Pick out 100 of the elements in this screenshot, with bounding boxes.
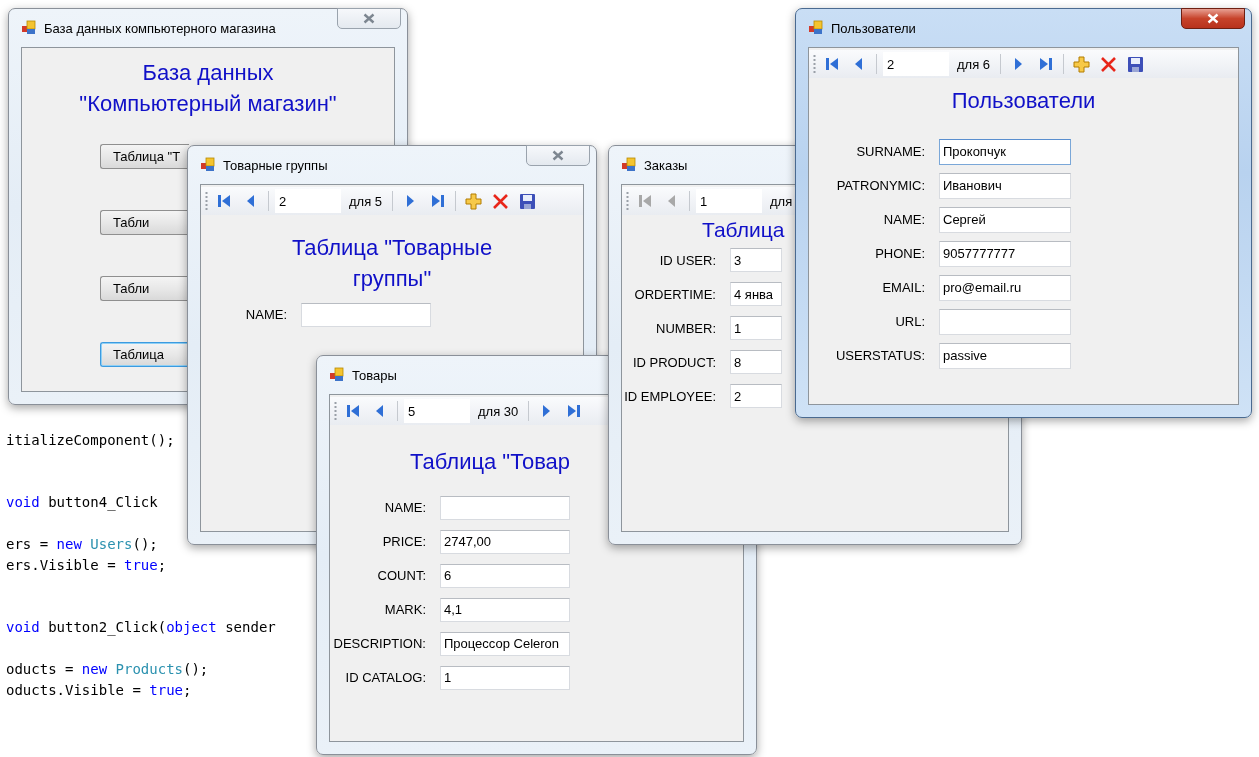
text-field[interactable]: 1 xyxy=(730,316,782,341)
grip-icon xyxy=(334,402,337,420)
code-line: void button4_Click xyxy=(6,494,158,511)
form-heading: Таблица xyxy=(702,217,785,243)
table-button[interactable]: Табли xyxy=(100,275,189,301)
text-field[interactable]: Процессор Celeron xyxy=(440,631,570,656)
window-title: Пользователи xyxy=(831,20,916,36)
text-field[interactable]: 2 xyxy=(730,384,782,409)
field-label: PRICE: xyxy=(381,534,426,550)
last-record-icon xyxy=(430,193,445,209)
app-icon xyxy=(621,157,637,173)
plus-icon xyxy=(465,192,483,210)
plus-icon xyxy=(1073,55,1091,73)
first-record-icon xyxy=(345,403,360,419)
position-field[interactable]: 5 xyxy=(404,399,470,423)
previous-icon xyxy=(375,403,384,419)
table-button[interactable]: Таблица "Т xyxy=(100,143,189,169)
code-line: ers.Visible = true; xyxy=(6,556,167,573)
record-count: для 5 xyxy=(348,193,384,209)
field-label: NAME: xyxy=(882,212,925,228)
first-record-icon xyxy=(824,56,839,72)
text-field[interactable]: Иванович xyxy=(939,172,1071,199)
previous-icon xyxy=(854,56,863,72)
table-button[interactable]: Табли xyxy=(100,209,189,235)
close-icon xyxy=(1207,13,1219,24)
app-icon xyxy=(200,157,216,173)
grip-icon xyxy=(626,192,629,210)
field-label: COUNT: xyxy=(376,568,426,584)
field-label: ID EMPLOYEE: xyxy=(623,388,716,404)
code-line: oducts.Visible = true; xyxy=(6,681,192,698)
grip-icon xyxy=(205,192,208,210)
record-count: для 30 xyxy=(477,403,520,419)
text-field[interactable]: Сергей xyxy=(939,206,1071,233)
code-line: oducts = new Products(); xyxy=(6,660,209,677)
field-label: NAME: xyxy=(244,307,287,323)
field-label: USERSTATUS: xyxy=(834,348,925,364)
app-icon xyxy=(808,20,824,36)
text-field[interactable]: 6 xyxy=(440,563,570,588)
text-field[interactable]: Прокопчук xyxy=(939,138,1071,165)
code-line: ers = new Users(); xyxy=(6,536,158,552)
text-field[interactable]: 4 янва xyxy=(730,282,782,307)
text-field[interactable]: 2747,00 xyxy=(440,529,570,554)
field-label: MARK: xyxy=(383,602,426,618)
app-icon xyxy=(329,367,345,383)
delete-icon xyxy=(1100,55,1118,73)
close-button[interactable] xyxy=(1181,8,1245,29)
previous-icon xyxy=(246,193,255,209)
field-label: URL: xyxy=(894,314,925,330)
save-icon xyxy=(1127,55,1145,73)
text-field[interactable]: 1 xyxy=(440,665,570,690)
window-title: Заказы xyxy=(644,157,688,173)
field-label: DESCRIPTION: xyxy=(332,636,426,652)
record-count: для xyxy=(769,193,794,209)
first-record-icon xyxy=(216,193,231,209)
field-label: ID USER: xyxy=(658,252,716,268)
next-icon xyxy=(542,403,552,419)
next-icon xyxy=(1014,56,1024,72)
field-label: ID PRODUCT: xyxy=(631,354,716,370)
delete-icon xyxy=(492,192,510,210)
text-field[interactable] xyxy=(939,308,1071,335)
record-count: для 6 xyxy=(956,56,992,72)
form-heading: "Компьютерный магазин" xyxy=(79,89,337,118)
field-label: EMAIL: xyxy=(881,280,925,296)
field-label: PHONE: xyxy=(874,246,925,262)
text-field[interactable]: 9057777777 xyxy=(939,240,1071,267)
form-heading: База данных xyxy=(142,59,274,87)
next-icon xyxy=(406,193,416,209)
save-icon xyxy=(519,192,537,210)
previous-icon xyxy=(667,193,676,209)
position-field[interactable]: 2 xyxy=(275,189,341,213)
window-title: Товары xyxy=(352,367,397,383)
field-label: NUMBER: xyxy=(655,320,716,336)
field-label: ID CATALOG: xyxy=(344,670,426,686)
window-title: Товарные группы xyxy=(223,157,328,173)
field-label: PATRONYMIC: xyxy=(835,178,925,194)
table-button[interactable]: Таблица xyxy=(100,341,189,367)
code-line: void button2_Click(object sender xyxy=(6,619,276,636)
text-field[interactable]: 4,1 xyxy=(440,597,570,622)
text-field[interactable] xyxy=(440,495,570,520)
text-field[interactable] xyxy=(301,302,431,327)
last-record-icon xyxy=(566,403,581,419)
app-icon xyxy=(21,20,37,36)
field-label: SURNAME: xyxy=(855,144,925,160)
window-title: База данных компьютерного магазина xyxy=(44,20,276,36)
text-field[interactable]: 8 xyxy=(730,350,782,375)
text-field[interactable]: passive xyxy=(939,342,1071,369)
form-heading: Пользователи xyxy=(951,87,1096,115)
text-field[interactable]: 3 xyxy=(730,248,782,273)
form-heading: группы" xyxy=(352,264,432,293)
last-record-icon xyxy=(1038,56,1053,72)
close-icon xyxy=(552,150,564,161)
position-field[interactable]: 2 xyxy=(883,52,949,76)
text-field[interactable]: pro@email.ru xyxy=(939,274,1071,301)
field-label: ORDERTIME: xyxy=(633,286,716,302)
close-icon xyxy=(363,13,375,24)
first-record-icon xyxy=(637,193,652,209)
form-heading: Таблица "Товар xyxy=(410,448,571,476)
code-line: itializeComponent(); xyxy=(6,432,175,448)
position-field[interactable]: 1 xyxy=(696,189,762,213)
grip-icon xyxy=(813,55,816,73)
